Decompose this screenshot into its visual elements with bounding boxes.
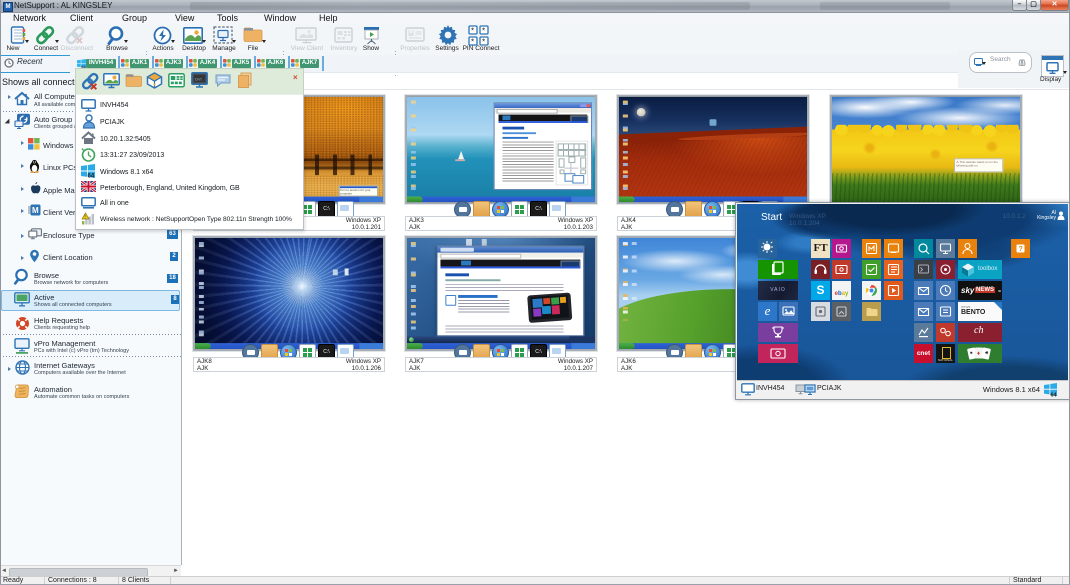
svg-text:DVI: DVI [195, 77, 202, 82]
svg-text:M: M [32, 206, 39, 215]
svg-text:!: ! [84, 214, 85, 220]
svg-text:64: 64 [1051, 393, 1058, 398]
svg-text:?: ? [1019, 246, 1023, 253]
svg-text:♦: ♦ [977, 351, 980, 357]
svg-text:*: * [471, 27, 474, 36]
svg-text:64: 64 [88, 174, 95, 179]
svg-text:*: * [482, 27, 485, 36]
